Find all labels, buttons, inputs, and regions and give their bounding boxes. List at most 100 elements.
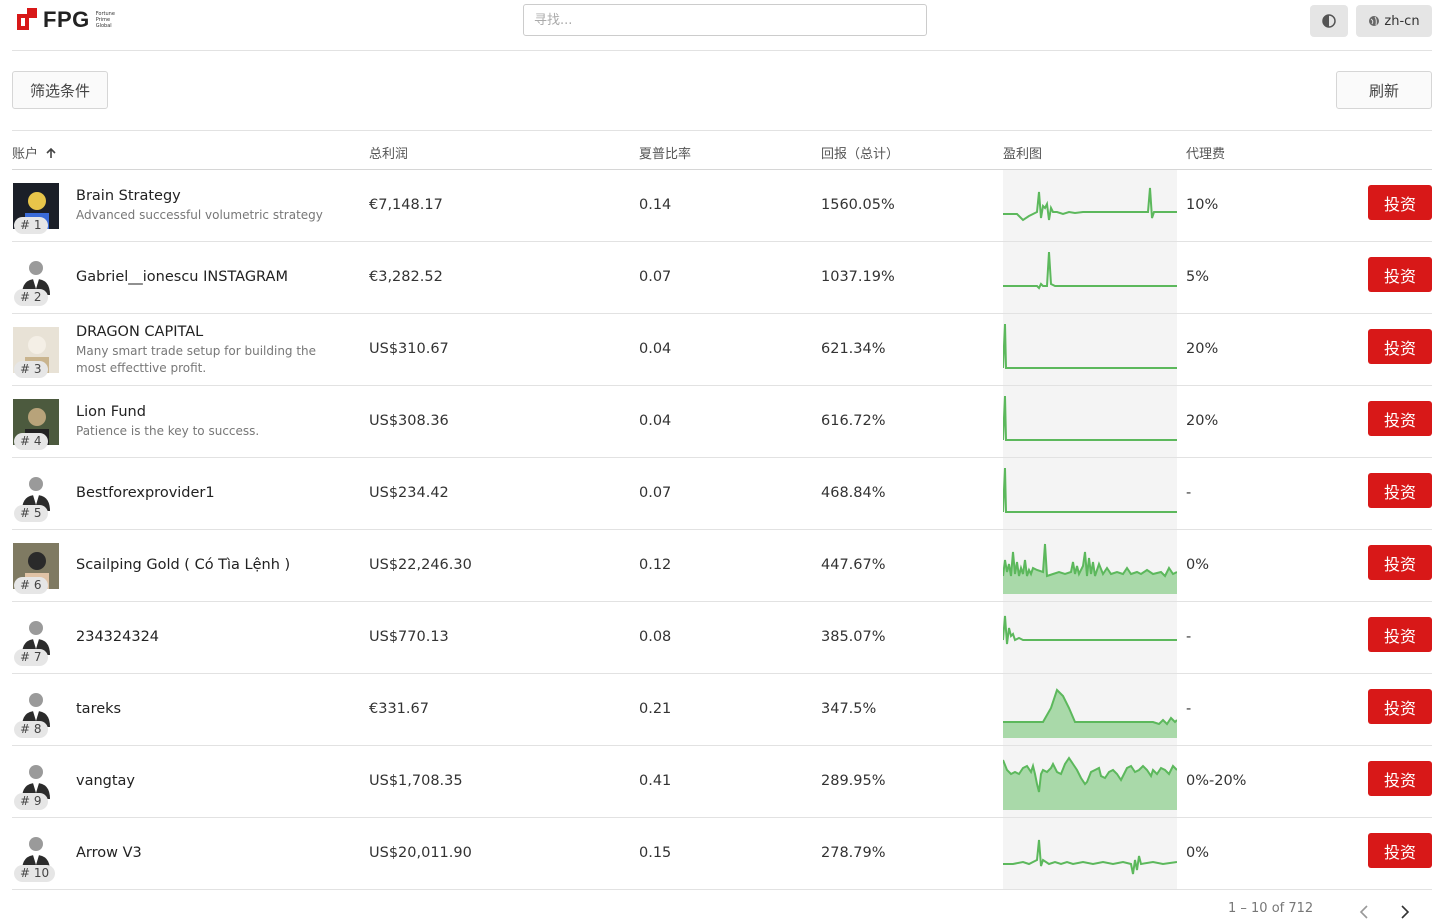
invest-button[interactable]: 投资 xyxy=(1368,545,1432,580)
total-profit: US$20,011.90 xyxy=(369,845,472,861)
refresh-button[interactable]: 刷新 xyxy=(1336,71,1432,109)
total-profit: €7,148.17 xyxy=(369,197,443,213)
total-profit: US$310.67 xyxy=(369,341,449,357)
table-row[interactable]: # 3 DRAGON CAPITAL Many smart trade setu… xyxy=(12,314,1432,386)
table-row[interactable]: # 5 Bestforexprovider1 US$234.42 0.07 46… xyxy=(12,458,1432,530)
strategy-name[interactable]: vangtay xyxy=(76,773,135,789)
theme-toggle-button[interactable] xyxy=(1310,5,1348,37)
chevron-right-icon xyxy=(1401,905,1410,919)
total-return: 1037.19% xyxy=(821,269,895,285)
table-row[interactable]: # 2 Gabriel__ionescu INSTAGRAM €3,282.52… xyxy=(12,242,1432,314)
language-label: zh-cn xyxy=(1384,13,1420,29)
table-top-divider xyxy=(12,130,1432,131)
total-profit: US$234.42 xyxy=(369,485,449,501)
invest-button[interactable]: 投资 xyxy=(1368,689,1432,724)
sharpe-ratio: 0.14 xyxy=(639,197,672,213)
strategy-name[interactable]: Scailping Gold ( Có Tìa Lệnh ) xyxy=(76,557,290,573)
column-header-account[interactable]: 账户 xyxy=(12,143,57,162)
rank-badge: # 10 xyxy=(14,865,56,882)
total-return: 621.34% xyxy=(821,341,886,357)
globe-icon xyxy=(1369,16,1380,26)
agent-fee: 5% xyxy=(1186,269,1210,285)
strategy-description: Patience is the key to success. xyxy=(76,424,260,438)
strategy-name[interactable]: Lion Fund xyxy=(76,404,146,420)
total-return: 385.07% xyxy=(821,629,886,645)
rank-badge: # 3 xyxy=(14,361,48,378)
total-return: 447.67% xyxy=(821,557,886,573)
invest-button[interactable]: 投资 xyxy=(1368,473,1432,508)
invest-button[interactable]: 投资 xyxy=(1368,185,1432,220)
agent-fee: 0% xyxy=(1186,845,1210,861)
table-row[interactable]: # 7 234324324 US$770.13 0.08 385.07% - 投… xyxy=(12,602,1432,674)
language-button[interactable]: zh-cn xyxy=(1356,5,1432,37)
agent-fee: 0%-20% xyxy=(1186,773,1247,789)
sharpe-ratio: 0.15 xyxy=(639,845,672,861)
strategy-name[interactable]: Brain Strategy xyxy=(76,188,181,204)
agent-fee: 20% xyxy=(1186,413,1219,429)
table-row[interactable]: # 1 Brain Strategy Advanced successful v… xyxy=(12,170,1432,242)
rank-badge: # 5 xyxy=(14,505,48,522)
profit-sparkline xyxy=(1003,839,1177,875)
next-page-button[interactable] xyxy=(1395,902,1415,922)
profit-sparkline xyxy=(1003,543,1177,594)
profit-sparkline xyxy=(1003,251,1177,290)
total-return: 347.5% xyxy=(821,701,877,717)
rank-badge: # 4 xyxy=(14,433,48,450)
total-profit: US$22,246.30 xyxy=(369,557,472,573)
strategy-name[interactable]: tareks xyxy=(76,701,121,717)
table-row[interactable]: # 8 tareks €331.67 0.21 347.5% - 投资 xyxy=(12,674,1432,746)
sharpe-ratio: 0.12 xyxy=(639,557,672,573)
rank-badge: # 8 xyxy=(14,721,48,738)
total-return: 468.84% xyxy=(821,485,886,501)
profit-sparkline xyxy=(1003,756,1177,810)
table-row[interactable]: # 6 Scailping Gold ( Có Tìa Lệnh ) US$22… xyxy=(12,530,1432,602)
pagination-range: 1 – 10 of 712 xyxy=(1228,901,1314,916)
agent-fee: 10% xyxy=(1186,197,1219,213)
sharpe-ratio: 0.04 xyxy=(639,413,672,429)
column-header-sharpe[interactable]: 夏普比率 xyxy=(639,143,691,162)
brand-logo[interactable]: FPG Fortune Prime Global xyxy=(15,6,115,34)
invest-button[interactable]: 投资 xyxy=(1368,761,1432,796)
table-row[interactable]: # 4 Lion Fund Patience is the key to suc… xyxy=(12,386,1432,458)
column-header-return[interactable]: 回报（总计） xyxy=(821,143,899,162)
brand-tagline: Fortune Prime Global xyxy=(95,11,115,29)
strategy-name[interactable]: Arrow V3 xyxy=(76,845,142,861)
arrow-up-icon xyxy=(46,147,56,158)
brand-name: FPG xyxy=(43,7,90,32)
total-return: 289.95% xyxy=(821,773,886,789)
table-row[interactable]: # 9 vangtay US$1,708.35 0.41 289.95% 0%-… xyxy=(12,746,1432,818)
total-profit: €331.67 xyxy=(369,701,429,717)
strategy-name[interactable]: Gabriel__ionescu INSTAGRAM xyxy=(76,269,288,285)
invest-button[interactable]: 投资 xyxy=(1368,833,1432,868)
profit-sparkline xyxy=(1003,395,1177,441)
invest-button[interactable]: 投资 xyxy=(1368,617,1432,652)
rank-badge: # 2 xyxy=(14,289,48,306)
profit-sparkline xyxy=(1003,187,1177,222)
search-input[interactable] xyxy=(523,4,927,36)
account-header-label: 账户 xyxy=(12,147,39,162)
total-profit: US$770.13 xyxy=(369,629,449,645)
rank-badge: # 7 xyxy=(14,649,48,666)
chevron-left-icon xyxy=(1359,905,1368,919)
column-header-fee[interactable]: 代理费 xyxy=(1186,143,1225,162)
table-row[interactable]: # 10 Arrow V3 US$20,011.90 0.15 278.79% … xyxy=(12,818,1432,890)
agent-fee: - xyxy=(1186,485,1192,501)
strategy-description: Many smart trade setup for building the … xyxy=(76,344,317,375)
total-return: 278.79% xyxy=(821,845,886,861)
strategy-name[interactable]: 234324324 xyxy=(76,629,159,645)
profit-sparkline xyxy=(1003,467,1177,513)
filter-button[interactable]: 筛选条件 xyxy=(12,71,108,109)
column-header-chart: 盈利图 xyxy=(1003,147,1043,162)
strategy-name[interactable]: DRAGON CAPITAL xyxy=(76,324,203,340)
invest-button[interactable]: 投资 xyxy=(1368,401,1432,436)
rank-badge: # 9 xyxy=(14,793,48,810)
total-profit: €3,282.52 xyxy=(369,269,443,285)
top-bar: FPG FortunePrimeGlobal zh-cn xyxy=(0,0,1445,50)
invest-button[interactable]: 投资 xyxy=(1368,257,1432,292)
strategy-name[interactable]: Bestforexprovider1 xyxy=(76,485,215,501)
column-header-profit[interactable]: 总利润 xyxy=(369,143,408,162)
previous-page-button[interactable] xyxy=(1354,902,1374,922)
invest-button[interactable]: 投资 xyxy=(1368,329,1432,364)
profit-sparkline xyxy=(1003,688,1177,738)
sharpe-ratio: 0.41 xyxy=(639,773,672,789)
